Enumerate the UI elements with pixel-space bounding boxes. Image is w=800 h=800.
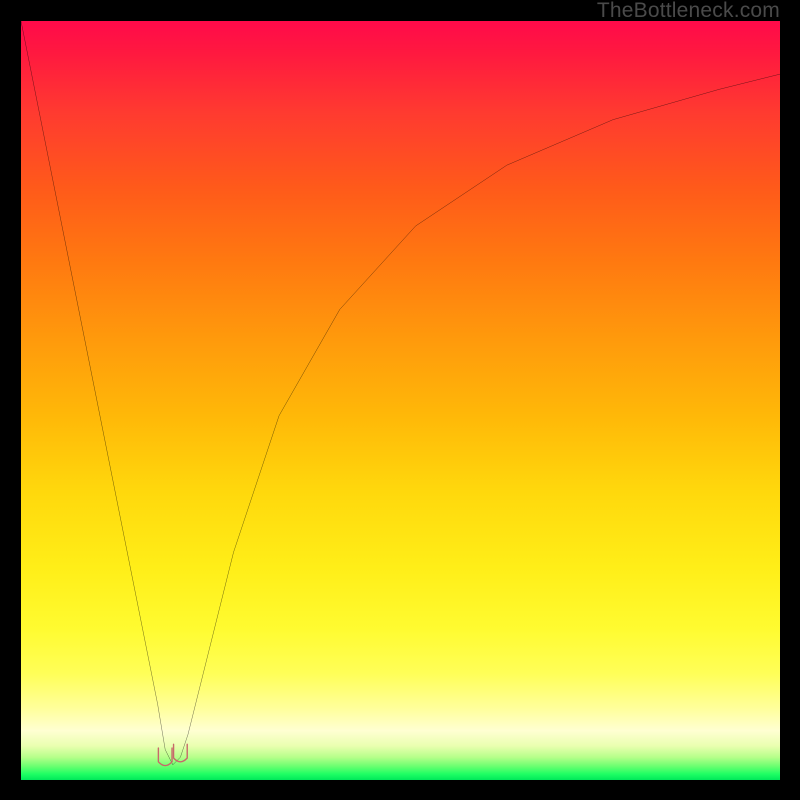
- plot-area: [21, 21, 780, 780]
- watermark-text: TheBottleneck.com: [597, 0, 780, 23]
- min-marker-0: [158, 748, 172, 765]
- outer-frame: TheBottleneck.com: [0, 0, 800, 800]
- bottleneck-curve: [21, 21, 780, 765]
- min-markers: [158, 744, 187, 765]
- chart-svg: [21, 21, 780, 780]
- min-marker-1: [174, 744, 188, 761]
